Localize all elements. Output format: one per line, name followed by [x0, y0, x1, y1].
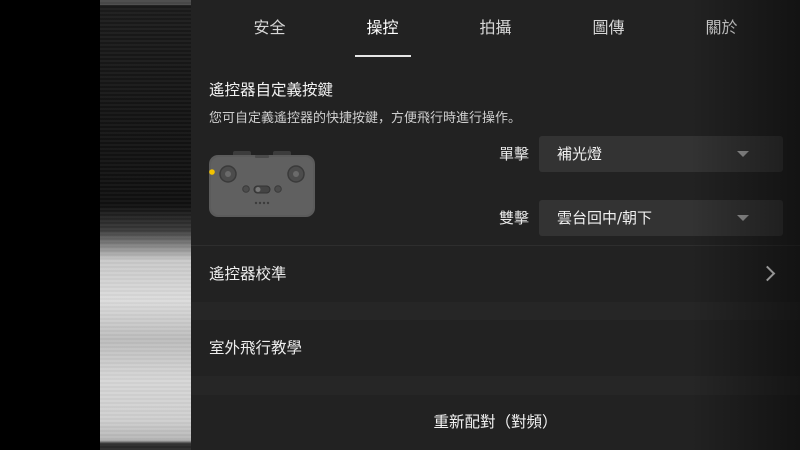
settings-panel: 安全 操控 拍攝 圖傳 關於 遙控器自定義按鍵 您可自定義遙控器的快捷按鍵，方便… — [191, 0, 800, 450]
caret-down-icon — [737, 151, 749, 157]
single-click-label: 單擊 — [498, 145, 529, 163]
tab-camera[interactable]: 拍攝 — [439, 0, 552, 58]
calibration-row[interactable]: 遙控器校準 — [191, 246, 800, 302]
double-click-row: 雙擊 雲台回中/朝下 — [491, 200, 783, 236]
left-letterbox — [0, 0, 100, 450]
caret-down-icon — [737, 215, 749, 221]
camera-preview — [100, 0, 191, 450]
double-click-dropdown[interactable]: 雲台回中/朝下 — [539, 200, 783, 236]
single-click-dropdown[interactable]: 補光燈 — [539, 136, 783, 172]
section-description: 您可自定義遙控器的快捷按鍵，方便飛行時進行操作。 — [209, 111, 522, 126]
tab-safety[interactable]: 安全 — [213, 0, 326, 58]
tab-about[interactable]: 關於 — [665, 0, 778, 58]
chevron-right-icon — [759, 265, 776, 282]
custom-buttons-section: 遙控器自定義按鍵 您可自定義遙控器的快捷按鍵，方便飛行時進行操作。 單擊 補光燈… — [191, 58, 800, 244]
settings-tabs: 安全 操控 拍攝 圖傳 關於 — [213, 0, 778, 58]
app-screen: 安全 操控 拍攝 圖傳 關於 遙控器自定義按鍵 您可自定義遙控器的快捷按鍵，方便… — [0, 0, 800, 450]
outdoor-tutorial-label: 室外飛行教學 — [209, 339, 303, 357]
double-click-label: 雙擊 — [498, 209, 529, 227]
section-title: 遙控器自定義按鍵 — [209, 81, 334, 99]
double-click-value: 雲台回中/朝下 — [557, 209, 653, 227]
calibration-label: 遙控器校準 — [209, 265, 287, 283]
tab-control[interactable]: 操控 — [326, 0, 439, 58]
single-click-row: 單擊 補光燈 — [491, 136, 783, 172]
re-pair-button[interactable]: 重新配對（對頻） — [191, 395, 800, 450]
section-gap — [191, 302, 800, 320]
outdoor-tutorial-row[interactable]: 室外飛行教學 — [191, 320, 800, 376]
single-click-value: 補光燈 — [557, 145, 603, 163]
section-gap — [191, 376, 800, 395]
remote-controller-icon — [209, 151, 315, 217]
tab-transmission[interactable]: 圖傳 — [552, 0, 665, 58]
